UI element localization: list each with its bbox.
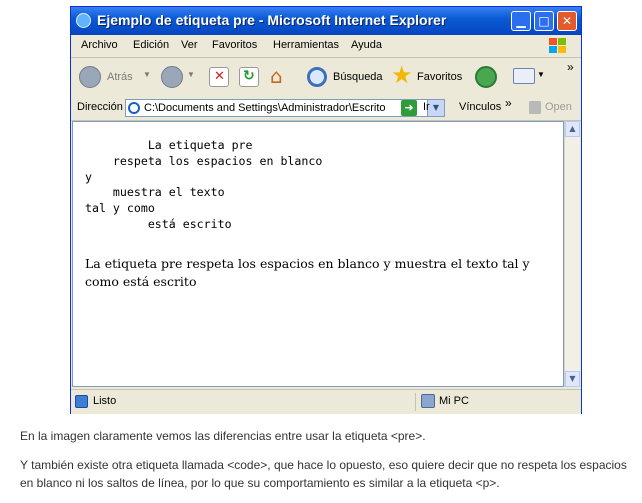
title-bar[interactable]: Ejemplo de etiqueta pre - Microsoft Inte… xyxy=(71,7,581,35)
back-arrow-icon[interactable] xyxy=(79,66,101,88)
toolbar-overflow-chevron[interactable]: » xyxy=(567,60,574,74)
links-overflow-chevron[interactable]: » xyxy=(505,96,512,110)
status-divider xyxy=(415,393,416,411)
window-title: Ejemplo de etiqueta pre - Microsoft Inte… xyxy=(97,12,447,28)
menu-ayuda[interactable]: Ayuda xyxy=(351,39,382,51)
home-icon[interactable]: ⌂ xyxy=(269,64,291,88)
links-label[interactable]: Vínculos xyxy=(459,101,501,113)
vertical-scrollbar[interactable]: ▲ ▼ xyxy=(564,121,580,387)
menu-ver[interactable]: Ver xyxy=(181,39,198,51)
forward-dropdown-icon[interactable]: ▼ xyxy=(187,70,195,79)
go-button-label[interactable]: Ir xyxy=(423,101,430,113)
mail-icon[interactable] xyxy=(513,68,535,84)
maximize-button[interactable]: □ xyxy=(534,11,554,31)
menu-favoritos[interactable]: Favoritos xyxy=(212,39,257,51)
favorites-button-label[interactable]: Favoritos xyxy=(417,71,462,83)
address-input[interactable]: C:\Documents and Settings\Administrador\… xyxy=(125,99,445,117)
open-icon xyxy=(529,101,541,114)
back-dropdown-icon[interactable]: ▼ xyxy=(143,70,151,79)
status-bar: Listo Mi PC xyxy=(71,389,581,414)
scroll-down-icon[interactable]: ▼ xyxy=(565,371,580,387)
page-status-icon xyxy=(75,395,88,408)
close-button[interactable]: ✕ xyxy=(557,11,577,31)
menu-herramientas[interactable]: Herramientas xyxy=(273,39,339,51)
my-computer-icon xyxy=(421,394,435,408)
security-zone-label: Mi PC xyxy=(439,395,469,407)
pre-text-block: La etiqueta pre respeta los espacios en … xyxy=(85,138,323,231)
toolbar: Atrás ▼ ▼ ✕ ↻ ⌂ Búsqueda ★ Favoritos ▼ » xyxy=(71,58,581,97)
stop-icon[interactable]: ✕ xyxy=(209,67,229,87)
page-icon xyxy=(128,102,140,114)
windows-logo-icon xyxy=(549,38,569,55)
caption-line-2: Y también existe otra etiqueta llamada <… xyxy=(20,458,627,490)
address-label: Dirección xyxy=(77,101,123,113)
status-text: Listo xyxy=(93,395,117,407)
minimize-button[interactable]: ▁ xyxy=(511,11,531,31)
paragraph-text: La etiqueta pre respeta los espacios en … xyxy=(85,256,530,289)
refresh-icon[interactable]: ↻ xyxy=(239,67,259,87)
page-content: La etiqueta pre respeta los espacios en … xyxy=(72,121,564,387)
menu-edicion[interactable]: Edición xyxy=(133,39,169,51)
back-button-label[interactable]: Atrás xyxy=(107,71,133,83)
forward-arrow-icon[interactable] xyxy=(161,66,183,88)
search-icon[interactable] xyxy=(307,67,327,87)
menu-bar: Archivo Edición Ver Favoritos Herramient… xyxy=(71,35,581,58)
mail-dropdown-icon[interactable]: ▼ xyxy=(537,70,545,79)
favorites-star-icon[interactable]: ★ xyxy=(391,61,415,89)
menu-archivo[interactable]: Archivo xyxy=(81,39,118,51)
go-arrow-icon[interactable]: ➜ xyxy=(401,100,417,116)
address-bar: Dirección C:\Documents and Settings\Admi… xyxy=(71,96,581,121)
scroll-up-icon[interactable]: ▲ xyxy=(565,121,580,137)
open-label[interactable]: Open xyxy=(545,101,572,113)
search-button-label[interactable]: Búsqueda xyxy=(333,71,383,83)
ie-icon xyxy=(76,13,91,28)
browser-window: Ejemplo de etiqueta pre - Microsoft Inte… xyxy=(70,6,582,414)
history-icon[interactable] xyxy=(475,66,497,88)
address-value: C:\Documents and Settings\Administrador\… xyxy=(144,102,386,114)
caption-line-1: En la imagen claramente vemos las difere… xyxy=(20,429,426,443)
